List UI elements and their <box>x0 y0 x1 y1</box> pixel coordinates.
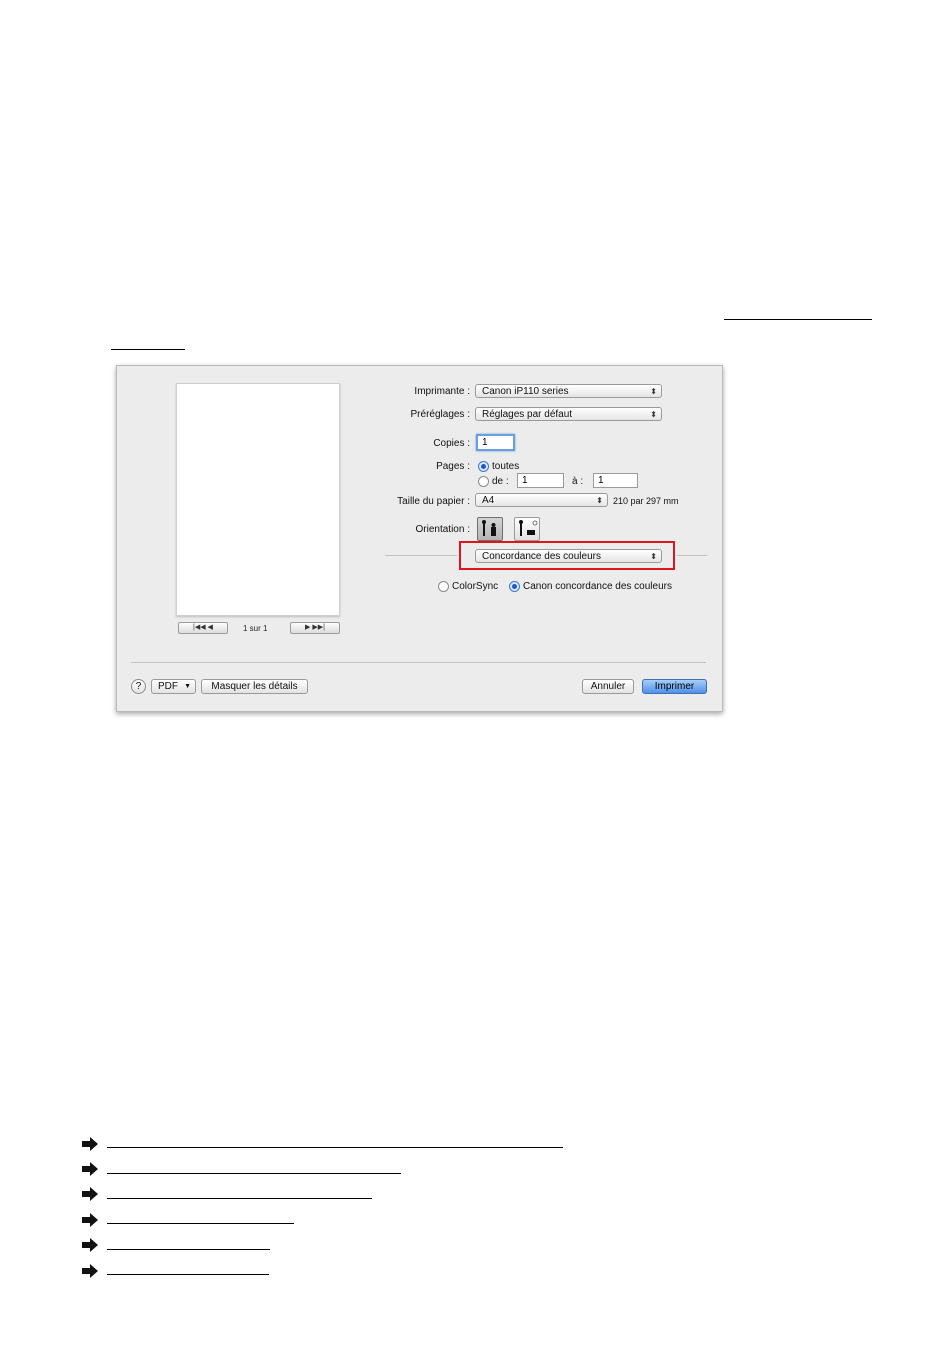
copies-label: Copies : <box>433 438 470 449</box>
popup-arrows-icon: ⬍ <box>650 387 657 396</box>
copies-input[interactable] <box>476 434 515 451</box>
related-link-3-anchor[interactable] <box>107 1197 372 1199</box>
paper-size-value: A4 <box>482 495 495 506</box>
presets-popup[interactable]: Réglages par défaut ⬍ <box>475 407 662 421</box>
top-link-2[interactable] <box>111 348 185 350</box>
pages-label: Pages : <box>436 461 470 472</box>
colorsync-radio[interactable] <box>438 581 449 592</box>
related-link-6[interactable] <box>82 1258 563 1283</box>
landscape-icon <box>519 520 538 536</box>
pager-label: 1 sur 1 <box>243 624 268 633</box>
pages-to-label: à : <box>572 476 584 487</box>
arrow-right-icon <box>82 1162 98 1177</box>
highlight-box <box>459 541 675 570</box>
related-link-6-anchor[interactable] <box>107 1274 269 1276</box>
related-link-3[interactable] <box>82 1182 563 1207</box>
arrow-right-icon <box>82 1136 98 1151</box>
pages-all-label: toutes <box>492 461 520 472</box>
pages-from-input[interactable] <box>517 473 564 488</box>
pager-first-prev-button[interactable]: |◀◀ ◀ <box>178 622 228 634</box>
presets-label: Préréglages : <box>410 409 470 420</box>
separator-right <box>677 555 707 556</box>
print-label: Imprimer <box>654 681 695 692</box>
arrow-right-icon <box>82 1263 98 1278</box>
cancel-button[interactable]: Annuler <box>582 679 634 694</box>
printer-value: Canon iP110 series <box>482 386 569 397</box>
related-link-5-anchor[interactable] <box>107 1248 270 1250</box>
paper-size-popup[interactable]: A4 ⬍ <box>475 493 608 507</box>
canon-color-matching-label: Canon concordance des couleurs <box>523 581 672 592</box>
printer-label: Imprimante : <box>414 386 470 397</box>
related-link-2-anchor[interactable] <box>107 1172 401 1174</box>
cancel-label: Annuler <box>590 681 626 692</box>
dropdown-arrow-icon: ▼ <box>184 683 191 690</box>
arrow-right-icon <box>82 1212 98 1227</box>
related-link-4[interactable] <box>82 1207 563 1232</box>
orientation-label: Orientation : <box>415 524 470 535</box>
arrow-right-icon <box>82 1187 98 1202</box>
related-link-4-anchor[interactable] <box>107 1223 294 1225</box>
related-link-1-anchor[interactable] <box>107 1147 563 1149</box>
paper-dimensions: 210 par 297 mm <box>613 496 679 506</box>
pages-all-radio[interactable] <box>478 461 489 472</box>
help-label: ? <box>135 681 142 692</box>
popup-arrows-icon: ⬍ <box>596 496 603 505</box>
pages-to-input[interactable] <box>593 473 638 488</box>
landscape-orientation-button[interactable] <box>514 517 540 541</box>
pdf-menu-button[interactable]: PDF ▼ <box>151 679 196 694</box>
related-link-1[interactable] <box>82 1131 563 1156</box>
related-link-5[interactable] <box>82 1233 563 1258</box>
help-button[interactable]: ? <box>131 679 146 694</box>
presets-value: Réglages par défaut <box>482 409 573 420</box>
portrait-icon <box>482 520 496 536</box>
hide-details-label: Masquer les détails <box>211 681 298 692</box>
page-preview <box>176 383 340 616</box>
paper-size-label: Taille du papier : <box>397 496 470 507</box>
pdf-label: PDF <box>158 681 178 692</box>
colorsync-label: ColorSync <box>452 581 499 592</box>
hide-details-button[interactable]: Masquer les détails <box>201 679 308 694</box>
related-links <box>82 1131 563 1283</box>
pager-first-prev-label: |◀◀ ◀ <box>193 624 213 631</box>
pager-next-last-button[interactable]: ▶ ▶▶| <box>290 622 340 634</box>
print-button[interactable]: Imprimer <box>642 679 707 694</box>
top-link-1[interactable] <box>724 318 872 320</box>
canon-color-matching-radio[interactable] <box>509 581 520 592</box>
related-link-2[interactable] <box>82 1156 563 1181</box>
printer-popup[interactable]: Canon iP110 series ⬍ <box>475 384 662 398</box>
arrow-right-icon <box>82 1238 98 1253</box>
pager-next-last-label: ▶ ▶▶| <box>305 624 325 631</box>
portrait-orientation-button[interactable] <box>477 517 503 541</box>
pages-range-radio[interactable] <box>478 476 489 487</box>
pages-from-label: de : <box>492 476 509 487</box>
footer-separator <box>131 662 706 663</box>
print-dialog: |◀◀ ◀ 1 sur 1 ▶ ▶▶| Imprimante : Canon i… <box>116 365 723 712</box>
separator-left <box>385 555 457 556</box>
popup-arrows-icon: ⬍ <box>650 410 657 419</box>
